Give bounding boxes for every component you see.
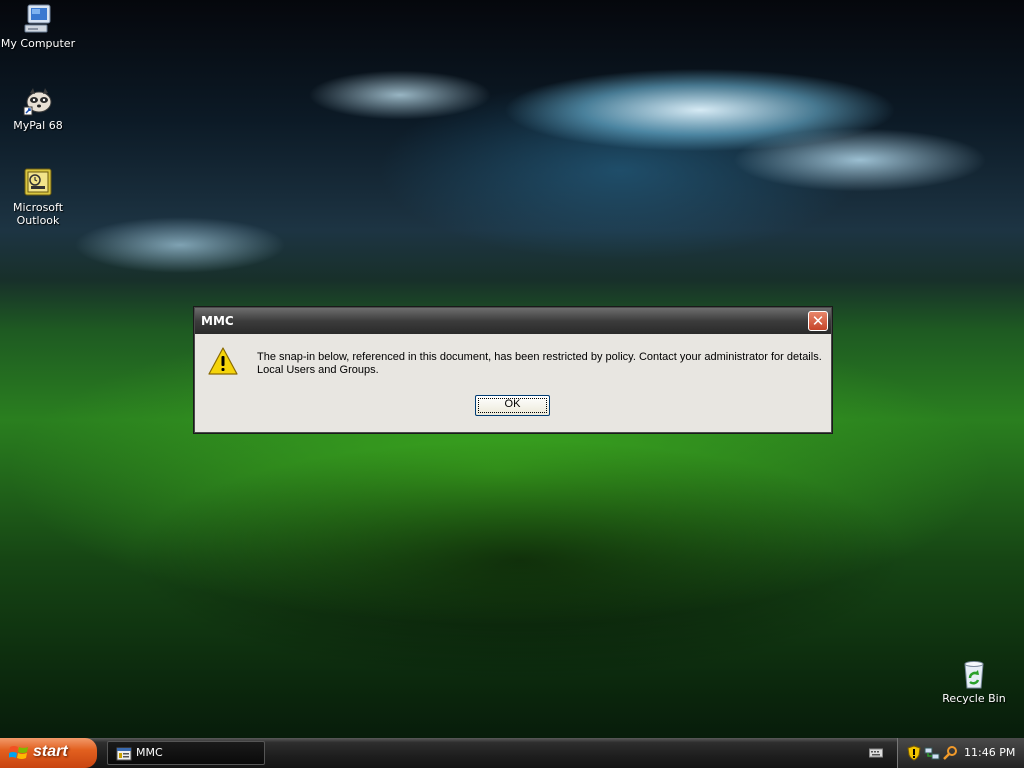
desktop-icon-label: MyPal 68 xyxy=(13,119,63,132)
outlook-icon xyxy=(24,168,52,196)
recycle-bin-icon xyxy=(964,661,984,689)
message-line-1: The snap-in below, referenced in this do… xyxy=(257,351,822,363)
message-line-2: Local Users and Groups. xyxy=(257,364,379,376)
start-button[interactable]: start xyxy=(0,738,97,768)
desktop-icon-outlook[interactable]: Microsoft Outlook xyxy=(0,167,76,227)
system-tray: 11:46 PM xyxy=(897,738,1024,768)
taskbar-button-label: MMC xyxy=(136,746,163,759)
taskbar-button-mmc[interactable]: MMC xyxy=(107,741,265,765)
close-button[interactable]: ✕ xyxy=(808,311,828,331)
dialog-titlebar[interactable]: MMC ✕ xyxy=(195,308,831,334)
dialog-message: The snap-in below, referenced in this do… xyxy=(257,351,822,377)
desktop-icon-mypal[interactable]: MyPal 68 xyxy=(0,85,76,132)
start-label: start xyxy=(33,743,68,760)
dialog-body: The snap-in below, referenced in this do… xyxy=(195,334,831,432)
security-shield-icon[interactable] xyxy=(906,745,922,761)
mypal-browser-icon xyxy=(23,88,52,116)
ok-button[interactable]: OK xyxy=(475,395,550,416)
desktop-icon-my-computer[interactable]: My Computer xyxy=(0,3,76,50)
desktop-icon-label: Recycle Bin xyxy=(942,692,1006,705)
network-icon[interactable] xyxy=(924,745,940,761)
mmc-icon xyxy=(116,747,132,761)
search-icon[interactable] xyxy=(942,745,958,761)
taskbar: start MMC 11:46 PM xyxy=(0,738,1024,768)
dialog-title: MMC xyxy=(201,314,234,328)
focus-rectangle xyxy=(478,398,547,413)
close-icon: ✕ xyxy=(811,312,825,330)
desktop-icon-label: My Computer xyxy=(0,37,76,50)
mmc-dialog: MMC ✕ The snap-in below, referenced in t… xyxy=(194,307,832,433)
windows-flag-icon xyxy=(9,746,28,759)
desktop: My Computer MyPal 68 Microsoft Outlook R… xyxy=(0,0,1024,768)
desktop-icon-recycle-bin[interactable]: Recycle Bin xyxy=(936,658,1012,705)
desktop-icon-label: Microsoft Outlook xyxy=(12,201,64,227)
keyboard-icon[interactable] xyxy=(869,746,883,760)
clock[interactable]: 11:46 PM xyxy=(964,738,1015,768)
my-computer-icon xyxy=(24,4,51,33)
warning-icon xyxy=(208,347,238,375)
